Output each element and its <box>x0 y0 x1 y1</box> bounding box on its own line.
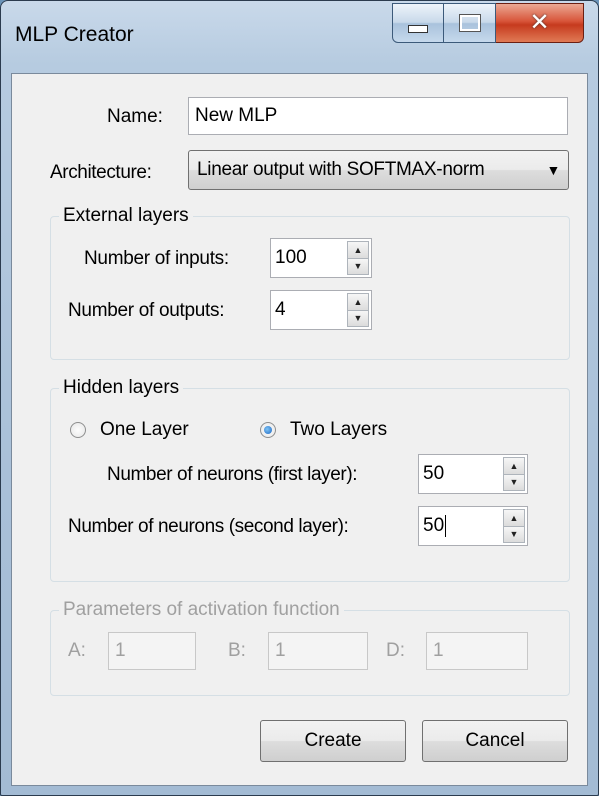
window-controls: ✕ <box>392 3 584 45</box>
inputs-spin-buttons: ▲ ▼ <box>347 241 369 275</box>
minimize-icon <box>408 25 428 33</box>
architecture-select[interactable]: Linear output with SOFTMAX-norm ▼ <box>188 150 569 190</box>
one-layer-radio[interactable]: One Layer <box>70 419 189 441</box>
param-b-label: B: <box>228 640 246 661</box>
first-layer-spin-buttons: ▲ ▼ <box>503 457 525 491</box>
first-layer-label: Number of neurons (first layer): <box>107 464 358 485</box>
hidden-layers-title: Hidden layers <box>59 377 184 399</box>
external-layers-title: External layers <box>59 205 193 227</box>
two-layers-radio-icon <box>260 422 276 438</box>
maximize-icon <box>458 14 481 32</box>
inputs-value[interactable]: 100 <box>271 239 347 277</box>
one-layer-radio-icon <box>70 422 86 438</box>
param-b-input[interactable]: 1 <box>268 632 368 670</box>
first-layer-stepper[interactable]: 50 ▲ ▼ <box>418 454 528 494</box>
mlp-creator-window: MLP Creator ✕ Name: New MLP Architecture… <box>0 0 599 796</box>
one-layer-label: One Layer <box>100 419 189 440</box>
inputs-up-icon[interactable]: ▲ <box>348 242 368 259</box>
first-layer-down-icon[interactable]: ▼ <box>504 474 524 490</box>
architecture-select-value: Linear output with SOFTMAX-norm <box>197 159 485 180</box>
text-caret <box>445 515 447 537</box>
first-layer-up-icon[interactable]: ▲ <box>504 458 524 475</box>
window-title: MLP Creator <box>15 23 134 46</box>
outputs-down-icon[interactable]: ▼ <box>348 310 368 326</box>
two-layers-radio[interactable]: Two Layers <box>260 419 387 441</box>
outputs-spin-buttons: ▲ ▼ <box>347 293 369 327</box>
inputs-down-icon[interactable]: ▼ <box>348 258 368 274</box>
second-layer-value: 50 <box>423 515 445 536</box>
cancel-button[interactable]: Cancel <box>422 720 568 762</box>
param-a-input[interactable]: 1 <box>108 632 196 670</box>
param-d-label: D: <box>386 640 405 661</box>
dialog-client-area: Name: New MLP Architecture: Linear outpu… <box>11 73 588 786</box>
outputs-stepper[interactable]: 4 ▲ ▼ <box>270 290 372 330</box>
second-layer-stepper[interactable]: 50 ▲ ▼ <box>418 506 528 546</box>
outputs-value[interactable]: 4 <box>271 291 347 329</box>
name-label: Name: <box>107 106 163 127</box>
activation-params-title: Parameters of activation function <box>59 599 344 621</box>
architecture-label: Architecture: <box>50 162 152 183</box>
second-layer-field[interactable]: 50 <box>419 507 503 545</box>
two-layers-label: Two Layers <box>290 419 388 440</box>
first-layer-value[interactable]: 50 <box>419 455 503 493</box>
outputs-label: Number of outputs: <box>68 300 225 321</box>
param-d-input[interactable]: 1 <box>426 632 528 670</box>
outputs-up-icon[interactable]: ▲ <box>348 294 368 311</box>
inputs-label: Number of inputs: <box>84 248 229 269</box>
second-layer-spin-buttons: ▲ ▼ <box>503 509 525 543</box>
close-button[interactable]: ✕ <box>496 3 584 43</box>
inputs-stepper[interactable]: 100 ▲ ▼ <box>270 238 372 278</box>
create-button[interactable]: Create <box>260 720 406 762</box>
maximize-button[interactable] <box>444 3 496 43</box>
name-input[interactable]: New MLP <box>188 97 568 135</box>
second-layer-up-icon[interactable]: ▲ <box>504 510 524 527</box>
second-layer-label: Number of neurons (second layer): <box>68 516 349 537</box>
second-layer-down-icon[interactable]: ▼ <box>504 526 524 542</box>
minimize-button[interactable] <box>392 3 444 43</box>
title-bar[interactable]: MLP Creator ✕ <box>1 1 598 73</box>
selected-dot-icon <box>264 426 272 434</box>
chevron-down-icon: ▼ <box>546 162 560 178</box>
param-a-label: A: <box>68 640 86 661</box>
close-icon: ✕ <box>529 9 550 36</box>
